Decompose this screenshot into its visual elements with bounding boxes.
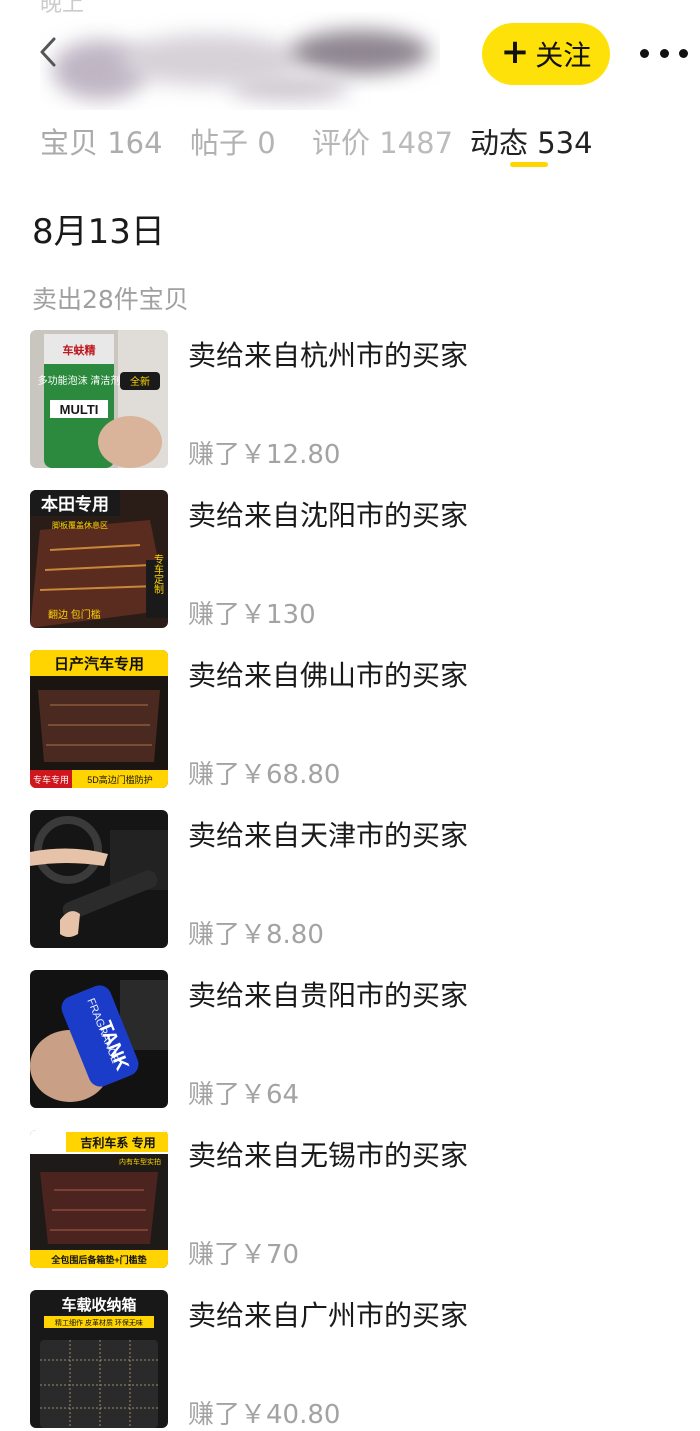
thumb-corner: 翻边 包门槛	[48, 608, 101, 621]
item-title: 卖给来自沈阳市的买家	[188, 499, 469, 532]
item-earnings: 赚了￥64	[188, 1080, 300, 1110]
thumb-brand: 吉利车系 专用	[80, 1135, 155, 1150]
more-options-button[interactable]	[640, 38, 688, 68]
product-thumbnail[interactable]: 日产汽车专用 专车专用 5D高边门槛防护	[30, 650, 168, 788]
thumb-label: 多功能泡沫 清洁剂	[38, 374, 121, 387]
profile-tabs: 宝贝 164 帖子 0 评价 1487 动态 534	[0, 110, 700, 170]
item-earnings: 赚了￥8.80	[188, 920, 324, 950]
car-interior-image	[30, 810, 168, 948]
tab-posts[interactable]: 帖子 0	[190, 120, 276, 162]
item-title: 卖给来自天津市的买家	[188, 819, 469, 852]
thumb-side: 专车定制	[152, 553, 164, 594]
tab-items[interactable]: 宝贝 164	[40, 120, 163, 162]
tab-reviews[interactable]: 评价 1487	[312, 120, 453, 162]
item-title: 卖给来自佛山市的买家	[188, 659, 469, 692]
active-tab-indicator	[510, 162, 548, 167]
storage-box-image: 车载收纳箱 精工细作 皮革材质 环保无味	[30, 1290, 168, 1428]
thumb-sub: 5D高边门槛防护	[87, 774, 153, 785]
thumb-brand: 本田专用	[41, 494, 109, 514]
feed-date: 8月13日	[32, 212, 165, 252]
item-earnings: 赚了￥12.80	[188, 440, 341, 470]
chevron-left-icon	[40, 37, 56, 67]
thumb-brand: 日产汽车专用	[54, 655, 144, 673]
item-title: 卖给来自贵阳市的买家	[188, 979, 469, 1012]
thumb-label: 脚板覆盖休息区	[52, 520, 108, 530]
tab-activity[interactable]: 动态 534	[470, 120, 593, 162]
blurred-shop-name	[52, 30, 430, 102]
list-item[interactable]: 本田专用 脚板覆盖休息区 专车定制 翻边 包门槛 卖给来自沈阳市的买家 赚了￥1…	[30, 490, 690, 630]
list-item[interactable]: 吉利车系 专用 内有车型实拍 全包围后备箱垫+门槛垫 卖给来自无锡市的买家 赚了…	[30, 1130, 690, 1270]
top-bar: 晚上 + 关注	[0, 0, 700, 110]
more-dot-icon	[659, 48, 669, 58]
thumb-sub: 全包围后备箱垫+门槛垫	[50, 1254, 146, 1265]
fragrance-tank-image: FRAGRANCE TANK	[30, 970, 168, 1108]
product-thumbnail[interactable]	[30, 810, 168, 948]
thumb-badge: 全新	[130, 375, 150, 388]
product-thumbnail[interactable]: 本田专用 脚板覆盖休息区 专车定制 翻边 包门槛	[30, 490, 168, 628]
list-item[interactable]: 卖给来自天津市的买家 赚了￥8.80	[30, 810, 690, 950]
item-earnings: 赚了￥68.80	[188, 760, 341, 790]
list-item[interactable]: FRAGRANCE TANK 卖给来自贵阳市的买家 赚了￥64	[30, 970, 690, 1110]
list-item[interactable]: 车载收纳箱 精工细作 皮革材质 环保无味 卖给来自广州市的买家 赚了￥40.80	[30, 1290, 690, 1430]
item-title: 卖给来自无锡市的买家	[188, 1139, 469, 1172]
item-earnings: 赚了￥130	[188, 600, 316, 630]
thumb-label: 专车专用	[33, 774, 69, 785]
product-thumbnail[interactable]: 吉利车系 专用 内有车型实拍 全包围后备箱垫+门槛垫	[30, 1130, 168, 1268]
product-thumbnail[interactable]: 车蚨精 多功能泡沫 清洁剂 MULTI 全新	[30, 330, 168, 468]
thumb-brand: 车蚨精	[63, 343, 96, 357]
item-title: 卖给来自杭州市的买家	[188, 339, 469, 372]
item-earnings: 赚了￥40.80	[188, 1400, 341, 1430]
floor-mat-image: 本田专用 脚板覆盖休息区 专车定制 翻边 包门槛	[30, 490, 168, 628]
more-dot-icon	[640, 48, 649, 58]
list-item[interactable]: 车蚨精 多功能泡沫 清洁剂 MULTI 全新 卖给来自杭州市的买家 赚了￥12.…	[30, 330, 690, 470]
thumb-label: 内有车型实拍	[119, 1157, 161, 1166]
product-thumbnail[interactable]: FRAGRANCE TANK	[30, 970, 168, 1108]
thumb-sub: MULTI	[60, 402, 99, 417]
item-earnings: 赚了￥70	[188, 1240, 300, 1270]
more-dot-icon	[679, 48, 688, 58]
plus-icon: +	[500, 32, 530, 72]
foam-cleaner-image: 车蚨精 多功能泡沫 清洁剂 MULTI 全新	[30, 330, 168, 468]
list-item[interactable]: 日产汽车专用 专车专用 5D高边门槛防护 卖给来自佛山市的买家 赚了￥68.80	[30, 650, 690, 790]
follow-button[interactable]: + 关注	[482, 23, 610, 85]
trunk-mat-image: 日产汽车专用 专车专用 5D高边门槛防护	[30, 650, 168, 788]
product-thumbnail[interactable]: 车载收纳箱 精工细作 皮革材质 环保无味	[30, 1290, 168, 1428]
back-button[interactable]	[28, 30, 68, 74]
item-title: 卖给来自广州市的买家	[188, 1299, 469, 1332]
follow-label: 关注	[535, 39, 592, 72]
geely-trunk-mat-image: 吉利车系 专用 内有车型实拍 全包围后备箱垫+门槛垫	[30, 1130, 168, 1268]
sold-summary: 卖出28件宝贝	[32, 285, 189, 314]
thumb-label: 精工细作 皮革材质 环保无味	[55, 1318, 143, 1327]
thumb-brand: 车载收纳箱	[61, 1296, 136, 1314]
